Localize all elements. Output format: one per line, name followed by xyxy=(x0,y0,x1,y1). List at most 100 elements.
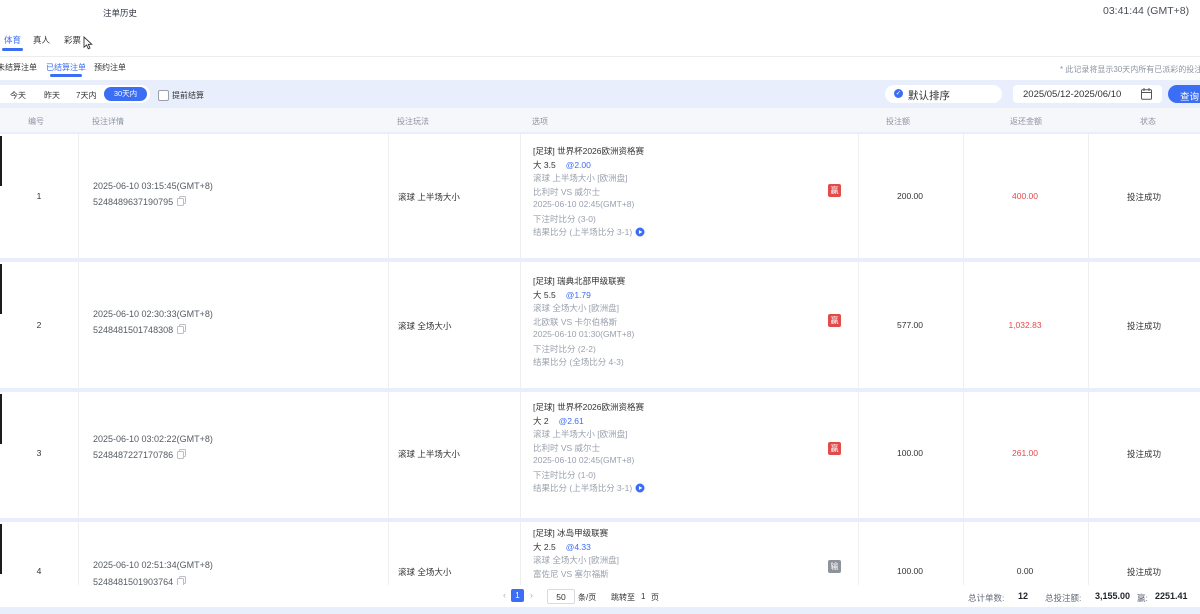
odds: @4.33 xyxy=(566,542,591,552)
row-number: 3 xyxy=(37,448,42,458)
tab-live[interactable]: 真人 xyxy=(33,34,50,46)
market: 滚球 全场大小 [欧洲盘] xyxy=(533,302,619,314)
active-tab-underline xyxy=(2,48,23,51)
column-divider xyxy=(78,262,79,388)
mouse-cursor-icon xyxy=(83,36,94,50)
lose-badge: 输 xyxy=(828,560,841,573)
market: 滚球 上半场大小 [欧洲盘] xyxy=(533,428,627,440)
pick: 大 2.5 xyxy=(533,542,556,552)
pick-line: 大 2.5 @4.33 xyxy=(533,541,591,553)
payout-value: 0.00 xyxy=(1017,566,1034,576)
copy-icon[interactable] xyxy=(177,324,186,334)
column-divider xyxy=(1088,262,1089,388)
stake-value: 577.00 xyxy=(897,320,923,330)
jump-unit-label: 页 xyxy=(651,592,659,603)
jump-label: 跳转至 xyxy=(611,592,635,603)
page-title: 注单历史 xyxy=(103,7,137,19)
bet-history-page: 注单历史 03:41:44 (GMT+8) 体育 真人 彩票 未结算注单 已结算… xyxy=(0,0,1200,614)
early-settle-label[interactable]: 提前结算 xyxy=(172,90,204,101)
bottom-strip xyxy=(0,607,1200,614)
market: 滚球 全场大小 [欧洲盘] xyxy=(533,554,619,566)
pick: 大 5.5 xyxy=(533,290,556,300)
filter-yesterday[interactable]: 昨天 xyxy=(44,90,60,101)
col-no: 编号 xyxy=(28,116,44,127)
current-page-button[interactable]: 1 xyxy=(511,589,524,602)
column-divider xyxy=(858,134,859,258)
page-size-input[interactable] xyxy=(547,589,575,604)
result-text: 结果比分 (上半场比分 3-1) xyxy=(533,227,632,237)
status-value: 投注成功 xyxy=(1127,448,1161,460)
result-score: 结果比分 (上半场比分 3-1) xyxy=(533,482,645,494)
stake-value: 100.00 xyxy=(897,566,923,576)
tab-lottery[interactable]: 彩票 xyxy=(64,34,81,46)
bet-play: 滚球 全场大小 xyxy=(398,566,451,578)
calendar-icon[interactable] xyxy=(1141,88,1152,100)
jump-page-input[interactable]: 1 xyxy=(641,592,645,601)
subtab-unsettled[interactable]: 未结算注单 xyxy=(0,62,37,73)
active-subtab-underline xyxy=(50,74,82,77)
payout-value: 400.00 xyxy=(1012,191,1038,201)
record-note: * 此记录将显示30天内所有已派彩的投注 xyxy=(1060,64,1200,75)
win-badge: 赢 xyxy=(828,184,841,197)
order-number-text: 5248481501748308 xyxy=(93,325,173,335)
replay-icon[interactable] xyxy=(635,227,645,237)
order-number-text: 5248489637190795 xyxy=(93,197,173,207)
teams: 富佐尼 VS 塞尔福斯 xyxy=(533,568,609,580)
bet-play: 滚球 上半场大小 xyxy=(398,448,460,460)
left-edge-mark xyxy=(0,264,2,314)
column-divider xyxy=(963,392,964,518)
left-edge-mark xyxy=(0,524,2,574)
col-payout: 返还金额 xyxy=(1010,116,1042,127)
col-stake: 投注额 xyxy=(886,116,910,127)
filter-today[interactable]: 今天 xyxy=(10,90,26,101)
odds: @1.79 xyxy=(566,290,591,300)
bet-score: 下注时比分 (1-0) xyxy=(533,469,596,481)
league: [足球] 冰岛甲级联赛 xyxy=(533,527,608,539)
column-divider xyxy=(858,262,859,388)
filter-7days[interactable]: 7天内 xyxy=(76,90,96,101)
early-settle-checkbox[interactable] xyxy=(158,90,169,101)
bet-time: 2025-06-10 02:30:33(GMT+8) xyxy=(93,309,213,319)
per-page-label: 条/页 xyxy=(578,592,596,603)
order-number: 5248489637190795 xyxy=(93,196,186,207)
pick-line: 大 3.5 @2.00 xyxy=(533,159,591,171)
column-divider xyxy=(1088,134,1089,258)
subtab-settled[interactable]: 已结算注单 xyxy=(46,62,86,73)
date-range-value[interactable]: 2025/05/12-2025/06/10 xyxy=(1023,89,1121,100)
tab-sports[interactable]: 体育 xyxy=(4,34,21,46)
next-page-button[interactable]: › xyxy=(530,590,533,600)
column-divider xyxy=(78,134,79,258)
query-button-label[interactable]: 查询 xyxy=(1180,89,1199,103)
match-time: 2025-06-10 01:30(GMT+8) xyxy=(533,329,634,339)
check-icon: ✓ xyxy=(894,89,903,98)
payout-value: 261.00 xyxy=(1012,448,1038,458)
sort-label[interactable]: 默认排序 xyxy=(908,88,950,103)
odds: @2.00 xyxy=(566,160,591,170)
left-edge-mark xyxy=(0,136,2,186)
copy-icon[interactable] xyxy=(177,449,186,459)
column-divider xyxy=(963,134,964,258)
column-divider xyxy=(388,392,389,518)
copy-icon[interactable] xyxy=(177,196,186,206)
column-divider xyxy=(520,392,521,518)
filter-30days[interactable]: 30天内 xyxy=(104,87,147,101)
total-win-value: 2251.41 xyxy=(1155,591,1188,601)
col-option: 选项 xyxy=(532,116,548,127)
col-play: 投注玩法 xyxy=(397,116,429,127)
pick-line: 大 5.5 @1.79 xyxy=(533,289,591,301)
subtab-reserved[interactable]: 预约注单 xyxy=(94,62,126,73)
column-divider xyxy=(963,262,964,388)
prev-page-button[interactable]: ‹ xyxy=(503,590,506,600)
total-win-label: 赢: xyxy=(1137,592,1148,604)
result-score: 结果比分 (上半场比分 3-1) xyxy=(533,226,645,238)
league: [足球] 瑞典北部甲级联赛 xyxy=(533,275,625,287)
pick: 大 2 xyxy=(533,416,549,426)
order-number: 5248481501748308 xyxy=(93,324,186,335)
match-time: 2025-06-10 02:45(GMT+8) xyxy=(533,455,634,465)
win-badge: 赢 xyxy=(828,442,841,455)
pick: 大 3.5 xyxy=(533,160,556,170)
left-edge-mark xyxy=(0,394,2,444)
status-value: 投注成功 xyxy=(1127,191,1161,203)
replay-icon[interactable] xyxy=(635,483,645,493)
teams: 比利时 VS 威尔士 xyxy=(533,442,600,454)
